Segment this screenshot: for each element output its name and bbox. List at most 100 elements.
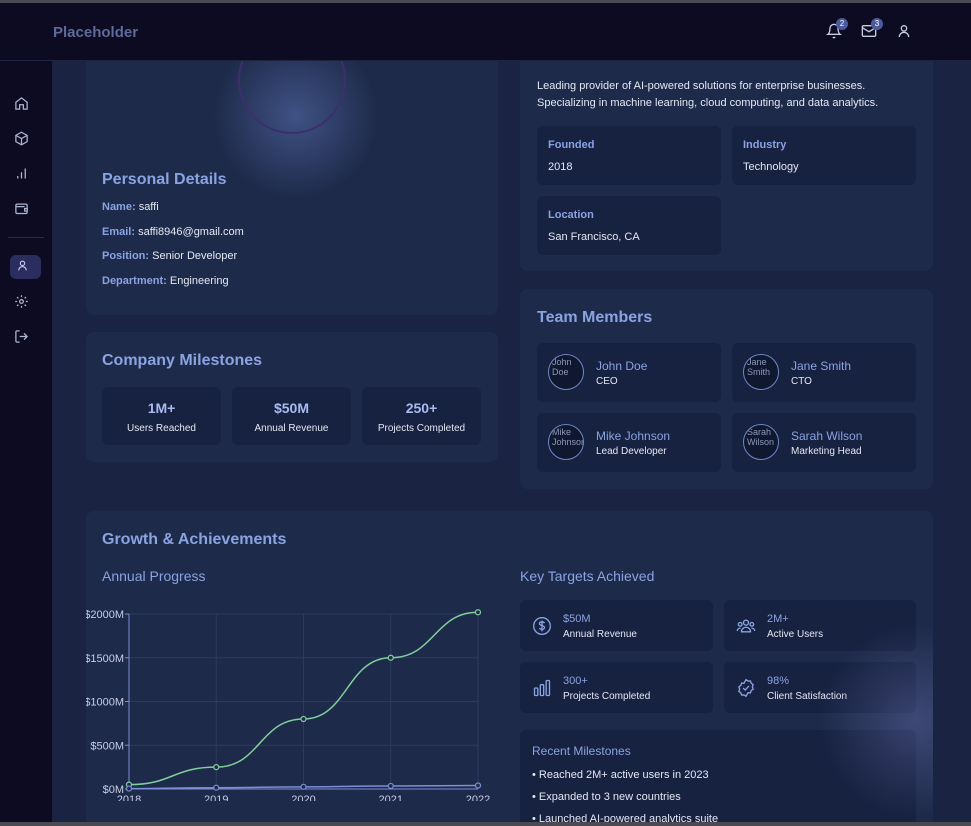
notification-badge: 2 <box>836 18 848 30</box>
milestone-stat: 250+ Projects Completed <box>362 387 481 445</box>
main-content: Personal Details Name: saffi Email: saff… <box>53 61 971 822</box>
annual-progress-chart[interactable]: $0M$500M$1000M$1500M$2000M2018 2019 2020 20… <box>86 591 506 801</box>
users-icon <box>736 616 756 636</box>
target-card: 2M+ Active Users <box>724 600 916 651</box>
target-label: Projects Completed <box>563 691 651 702</box>
profile-avatar-ring[interactable] <box>238 61 346 134</box>
member-avatar: Jane Smith <box>743 354 779 390</box>
milestone-stat: 1M+ Users Reached <box>102 387 221 445</box>
member-name: Sarah Wilson <box>791 429 863 443</box>
location-label: Location <box>548 209 594 221</box>
department-value: Engineering <box>169 275 229 287</box>
data-point <box>387 782 394 790</box>
team-member-card[interactable]: Jane Smith Jane Smith CTO <box>732 343 916 402</box>
x-tick-label: 2019 <box>204 794 228 801</box>
target-value: 98% <box>767 675 790 687</box>
personal-details-card: Personal Details Name: saffi Email: saff… <box>86 61 498 315</box>
industry-box: Industry Technology <box>732 126 916 185</box>
cube-icon[interactable] <box>14 131 30 147</box>
member-name: John Doe <box>596 359 648 373</box>
member-role: Lead Developer <box>596 446 667 457</box>
milestone-stat: $50M Annual Revenue <box>232 387 351 445</box>
milestones-title: Company Milestones <box>102 352 263 369</box>
target-value: 2M+ <box>767 613 789 625</box>
growth-title: Growth & Achievements <box>102 531 287 548</box>
logout-icon[interactable] <box>14 329 30 345</box>
bell-icon[interactable]: 2 <box>825 18 848 41</box>
email-row: Email: saffi8946@gmail.com <box>102 226 244 238</box>
company-description-line: Leading provider of AI-powered solutions… <box>537 80 866 92</box>
target-card: 300+ Projects Completed <box>520 662 713 713</box>
data-point <box>213 764 220 771</box>
team-member-card[interactable]: Sarah Wilson Sarah Wilson Marketing Head <box>732 413 916 472</box>
x-tick-label: 2020 <box>291 794 315 801</box>
bar-chart-icon <box>532 678 552 698</box>
member-name: Mike Johnson <box>596 429 671 443</box>
member-avatar: Mike Johnson <box>548 424 584 460</box>
target-value: $50M <box>563 613 591 625</box>
data-point <box>300 715 307 723</box>
y-tick-label: $1500M <box>86 653 124 665</box>
target-card: $50M Annual Revenue <box>520 600 713 651</box>
data-point <box>474 782 482 789</box>
member-name: Jane Smith <box>791 359 852 373</box>
data-point <box>300 783 307 790</box>
member-role: CEO <box>596 376 618 387</box>
industry-value: Technology <box>743 161 799 173</box>
email-value: saffi8946@gmail.com <box>138 226 244 238</box>
target-label: Annual Revenue <box>563 629 637 640</box>
department-label: Department: <box>102 275 167 287</box>
user-icon[interactable] <box>896 23 914 41</box>
name-value: saffi <box>138 201 159 213</box>
member-role: CTO <box>791 376 812 387</box>
home-icon[interactable] <box>14 96 30 112</box>
recent-milestones-title: Recent Milestones <box>532 744 631 758</box>
milestone-value: $50M <box>273 400 310 416</box>
dollar-icon <box>532 616 552 636</box>
check-circle-icon <box>736 678 756 698</box>
position-row: Position: Senior Developer <box>102 250 237 262</box>
position-value: Senior Developer <box>152 250 238 262</box>
name-row: Name: saffi <box>102 201 159 213</box>
founded-value: 2018 <box>548 161 573 173</box>
wallet-icon[interactable] <box>14 201 30 217</box>
target-card: 98% Client Satisfaction <box>724 662 916 713</box>
email-label: Email: <box>102 226 136 238</box>
y-tick-label: $2000M <box>86 609 124 621</box>
founded-box: Founded 2018 <box>537 126 721 185</box>
milestone-label: Projects Completed <box>377 423 466 434</box>
y-tick-label: $500M <box>90 740 124 752</box>
recent-milestones-box: Recent Milestones • Reached 2M+ active u… <box>520 730 916 822</box>
company-info-card: Leading provider of AI-powered solutions… <box>520 61 933 271</box>
recent-milestone-item: • Reached 2M+ active users in 2023 <box>532 769 709 781</box>
company-milestones-card: Company Milestones 1M+ Users Reached $50… <box>86 332 498 462</box>
member-role: Marketing Head <box>791 446 862 457</box>
name-label: Name: <box>102 201 136 213</box>
top-navbar: Placeholder 2 3 <box>0 3 971 61</box>
chart-icon[interactable] <box>14 166 30 182</box>
x-tick-label: 2022 <box>466 794 490 801</box>
target-label: Client Satisfaction <box>767 691 848 702</box>
location-box: Location San Francisco, CA <box>537 196 721 255</box>
recent-milestone-item: • Expanded to 3 new countries <box>532 791 681 803</box>
messages-badge: 3 <box>871 18 883 30</box>
y-tick-label: $1000M <box>86 697 124 709</box>
personal-details-title: Personal Details <box>102 171 227 188</box>
brand-logo[interactable]: Placeholder <box>53 24 138 41</box>
growth-achievements-card: Growth & Achievements Annual Progress Ke… <box>86 511 933 822</box>
team-title: Team Members <box>537 309 653 326</box>
company-description: Leading provider of AI-powered solutions… <box>537 78 878 112</box>
location-value: San Francisco, CA <box>548 231 640 243</box>
founded-label: Founded <box>548 139 595 151</box>
x-tick-label: 2021 <box>379 794 403 801</box>
team-member-card[interactable]: Mike Johnson Mike Johnson Lead Developer <box>537 413 721 472</box>
data-point <box>213 784 220 791</box>
chart-title: Annual Progress <box>102 568 206 584</box>
data-point <box>474 609 482 616</box>
mail-icon[interactable]: 3 <box>861 18 883 41</box>
targets-title: Key Targets Achieved <box>520 568 655 584</box>
sidebar-divider <box>8 237 44 238</box>
settings-icon[interactable] <box>14 294 30 310</box>
team-member-card[interactable]: John Doe John Doe CEO <box>537 343 721 402</box>
user-icon[interactable] <box>16 259 32 275</box>
